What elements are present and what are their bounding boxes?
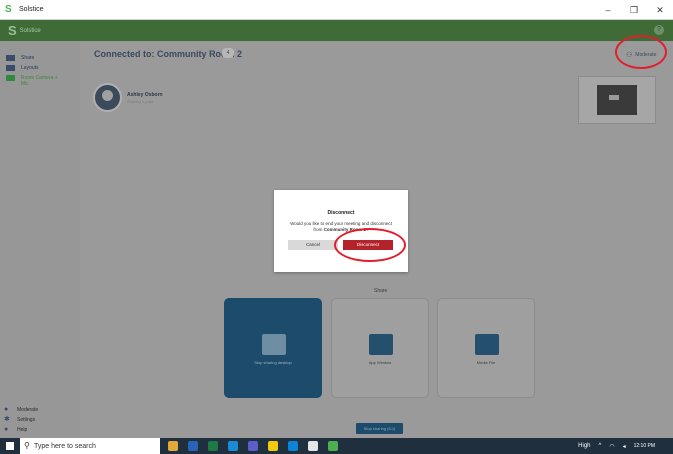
help-icon: ● bbox=[4, 426, 9, 433]
avatar bbox=[93, 83, 122, 112]
clock[interactable]: 12:10 PM bbox=[634, 443, 655, 449]
windows-icon bbox=[6, 442, 14, 450]
sidebar-item-label: Layouts bbox=[21, 65, 39, 71]
cancel-button[interactable]: Cancel bbox=[288, 240, 338, 250]
solstice-logo: S bbox=[8, 23, 17, 38]
solstice-taskbar-icon[interactable] bbox=[328, 441, 338, 451]
sidebar-item-moderate[interactable]: ● Moderate bbox=[4, 406, 38, 413]
camera-icon bbox=[6, 75, 15, 81]
annotation-circle-moderate bbox=[615, 35, 667, 69]
taskbar: ⚲ Type here to search High ^ ◠ ◂ 12:10 P… bbox=[0, 438, 673, 454]
outlook-icon[interactable] bbox=[228, 441, 238, 451]
taskbar-search-input[interactable]: ⚲ Type here to search bbox=[20, 438, 160, 454]
share-icon bbox=[6, 55, 15, 61]
search-placeholder: Type here to search bbox=[34, 442, 96, 450]
brand-name: Solstice bbox=[19, 27, 41, 34]
start-button[interactable] bbox=[0, 438, 20, 454]
image-icon bbox=[475, 334, 499, 355]
shared-screen-preview bbox=[597, 85, 637, 115]
gear-icon: ✱ bbox=[4, 416, 10, 423]
sidebar: Share Layouts Room Camera + Mic ● Modera… bbox=[0, 41, 80, 438]
share-section-label: Share bbox=[374, 288, 388, 294]
search-icon: ⚲ bbox=[24, 441, 30, 450]
sidebar-item-label: Share bbox=[21, 55, 35, 61]
share-card-media-file[interactable]: Media File bbox=[437, 298, 535, 398]
system-tray: High ^ ◠ ◂ 12:10 PM bbox=[578, 438, 673, 454]
edge-icon[interactable] bbox=[288, 441, 298, 451]
sidebar-item-help[interactable]: ● Help bbox=[4, 426, 27, 433]
wifi-icon[interactable]: ◠ bbox=[609, 443, 614, 450]
layout-icon bbox=[6, 65, 15, 71]
app-window-icon bbox=[369, 334, 393, 355]
sidebar-item-label: Help bbox=[17, 426, 28, 433]
solstice-app-icon: S bbox=[5, 3, 12, 15]
user-status: Sharing 1 post bbox=[127, 99, 153, 104]
page-title: Connected to: Community Room 2 bbox=[94, 49, 242, 59]
sidebar-item-room-camera[interactable]: Room Camera + Mic bbox=[6, 75, 66, 87]
dialog-title: Disconnect bbox=[327, 210, 355, 216]
share-card-app-window[interactable]: App Window bbox=[331, 298, 429, 398]
help-icon[interactable]: ? bbox=[654, 25, 664, 35]
maximize-button[interactable]: ❐ bbox=[621, 0, 647, 20]
display-preview-thumbnail[interactable] bbox=[578, 76, 656, 124]
people-icon: ● bbox=[4, 406, 9, 413]
share-card-label: App Window bbox=[368, 360, 392, 365]
taskbar-apps bbox=[168, 441, 348, 451]
excel-icon[interactable] bbox=[208, 441, 218, 451]
teams-icon[interactable] bbox=[248, 441, 258, 451]
stop-sharing-button[interactable]: Stop sharing (6:1) bbox=[356, 423, 403, 434]
sidebar-item-settings[interactable]: ✱ Settings bbox=[4, 416, 35, 423]
sidebar-item-layouts[interactable]: Layouts bbox=[6, 65, 39, 71]
user-name: Ashley Osborn bbox=[127, 92, 163, 98]
share-card-label: Media File bbox=[476, 360, 496, 365]
participant-count-badge[interactable]: 4 bbox=[222, 48, 234, 58]
snip-tool-icon[interactable] bbox=[308, 441, 318, 451]
word-icon[interactable] bbox=[188, 441, 198, 451]
window-titlebar: S Solstice – ❐ ✕ bbox=[0, 0, 673, 20]
share-card-desktop[interactable]: Stop sharing desktop bbox=[224, 298, 322, 398]
share-card-label: Stop sharing desktop bbox=[254, 360, 292, 365]
close-button[interactable]: ✕ bbox=[647, 0, 673, 20]
sidebar-item-label: Moderate bbox=[17, 406, 39, 413]
minimize-button[interactable]: – bbox=[595, 0, 621, 20]
annotation-circle-disconnect bbox=[334, 228, 406, 262]
sidebar-item-label: Room Camera + Mic bbox=[20, 75, 58, 87]
app-header: S Solstice ? bbox=[0, 20, 673, 41]
weather-text[interactable]: High bbox=[578, 443, 590, 449]
window-controls: – ❐ ✕ bbox=[595, 0, 673, 20]
window-title: Solstice bbox=[19, 6, 44, 13]
sticky-notes-icon[interactable] bbox=[268, 441, 278, 451]
file-explorer-icon[interactable] bbox=[168, 441, 178, 451]
share-screen-icon bbox=[262, 334, 286, 355]
sidebar-item-share[interactable]: Share bbox=[6, 55, 34, 61]
volume-icon[interactable]: ◂ bbox=[623, 443, 626, 450]
chevron-up-icon[interactable]: ^ bbox=[599, 443, 602, 449]
sidebar-item-label: Settings bbox=[17, 416, 36, 423]
